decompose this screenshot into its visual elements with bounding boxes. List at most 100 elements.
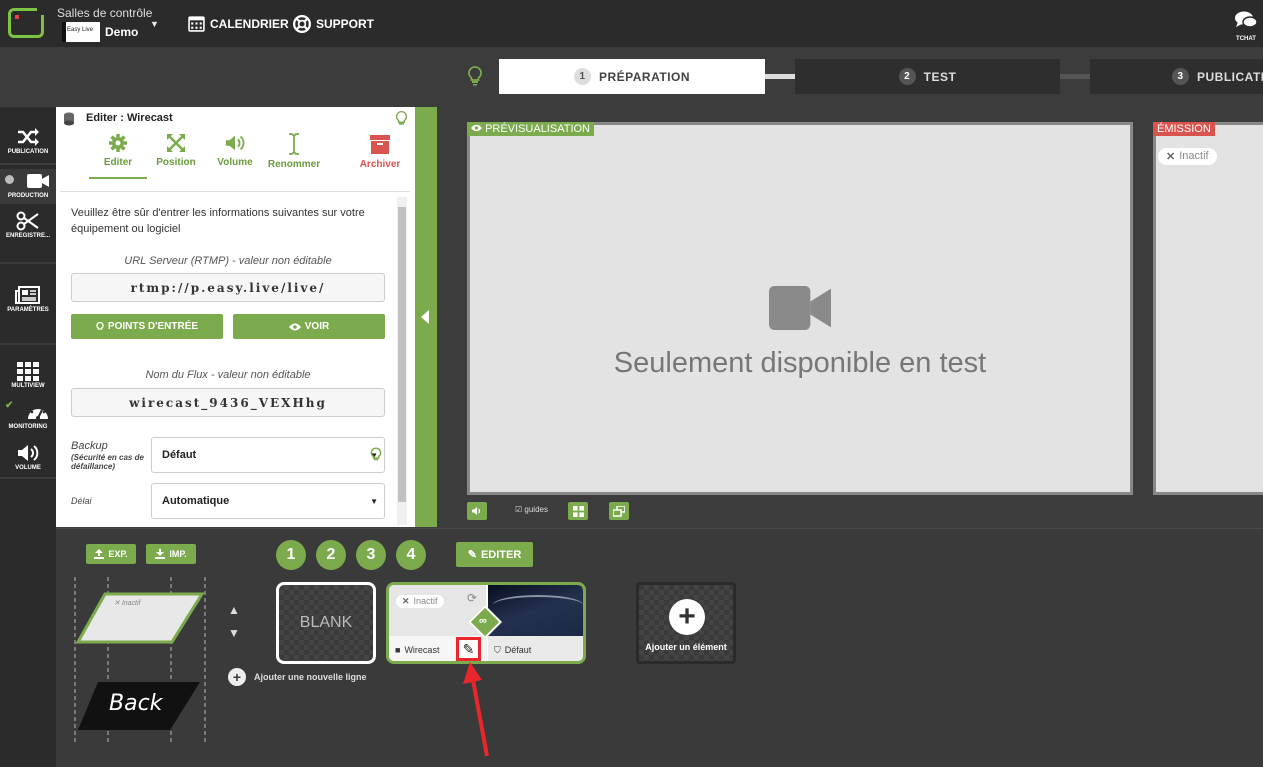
room-name[interactable]: Demo <box>105 25 138 39</box>
move-down-arrow-icon[interactable]: ▼ <box>228 626 240 640</box>
nav-support-label: SUPPORT <box>316 17 375 31</box>
tool-label: Editer <box>103 157 133 168</box>
sidebar-item-production[interactable]: PRODUCTION <box>0 169 56 204</box>
add-element-card[interactable]: + Ajouter un élément <box>636 582 736 664</box>
text-cursor-icon <box>289 133 299 155</box>
speaker-icon <box>225 135 245 151</box>
windows-layout-button[interactable] <box>568 502 588 520</box>
move-up-arrow-icon[interactable]: ▲ <box>228 603 240 617</box>
video-camera-icon <box>769 286 831 330</box>
tool-rename[interactable]: Renommer <box>264 133 324 170</box>
tchat-label: TCHAT <box>1236 36 1256 42</box>
editor-panel: Editer : Wirecast Editer Position Volume… <box>56 107 415 527</box>
dashboard-icon <box>28 406 48 420</box>
delay-label: Délai <box>71 496 92 506</box>
step-publication[interactable]: 3 PUBLICATION <box>1090 59 1263 94</box>
pencil-icon: ✎ <box>467 549 477 561</box>
add-line-button[interactable]: + Ajouter une nouvelle ligne <box>228 668 367 686</box>
scrollbar-thumb[interactable] <box>398 207 406 502</box>
speaker-icon <box>18 445 39 461</box>
backup-value: Défaut <box>162 449 197 461</box>
step-preparation[interactable]: 1 PRÉPARATION <box>499 59 765 94</box>
tool-archive[interactable]: Archiver <box>350 133 410 170</box>
server-url-field[interactable]: rtmp://p.easy.live/live/ <box>71 273 385 302</box>
import-button[interactable]: IMP. <box>146 544 196 564</box>
edit-scene-button[interactable]: ✎ EDITER <box>456 542 533 567</box>
room-label: Salles de contrôle <box>57 6 153 20</box>
button-label: EXP. <box>108 549 128 559</box>
tips-bulb-icon[interactable] <box>370 447 382 463</box>
backup-select[interactable]: Défaut ▼ <box>151 437 385 473</box>
sidebar-item-monitoring[interactable]: ✔ MONITORING <box>0 400 56 430</box>
lifebuoy-icon <box>293 15 311 33</box>
stream-name-field[interactable]: wirecast_9436_VEXHhg <box>71 388 385 417</box>
sidebar-divider <box>0 262 56 264</box>
tips-bulb-icon[interactable] <box>395 110 408 128</box>
scene-3-button[interactable]: 3 <box>356 540 386 570</box>
step-number: 1 <box>573 68 591 85</box>
tool-position[interactable]: Position <box>146 133 206 168</box>
mini-inactive-label: ✕ Inactif <box>114 599 141 607</box>
tool-label: Volume <box>217 157 253 168</box>
eye-icon <box>471 124 482 132</box>
source-status: ✕ Inactif <box>396 591 444 609</box>
pip-layout-button[interactable] <box>609 502 629 520</box>
scene-2-button[interactable]: 2 <box>316 540 346 570</box>
overlapping-windows-icon <box>613 505 625 517</box>
link-icon: ∞ <box>479 615 487 627</box>
nav-calendar[interactable]: CALENDRIER <box>188 15 289 32</box>
step-test[interactable]: 2 TEST <box>795 59 1060 94</box>
sidebar-item-multiview[interactable]: MULTIVIEW <box>0 361 56 389</box>
tips-bulb-icon[interactable] <box>467 66 483 86</box>
preview-tag-label: PRÉVISUALISATION <box>485 123 590 135</box>
edit-source-pencil-button[interactable]: ✎ <box>456 637 481 661</box>
guides-toggle[interactable]: ☑ guides <box>515 505 548 514</box>
tchat-button[interactable]: TCHAT <box>1233 10 1259 42</box>
profile-name: Défaut <box>504 645 532 655</box>
sidebar-item-publication[interactable]: PUBLICATION <box>0 127 56 155</box>
collapse-left-icon[interactable] <box>421 310 431 324</box>
nav-support[interactable]: SUPPORT <box>293 15 374 33</box>
tool-edit[interactable]: Editer <box>88 133 148 168</box>
archive-box-icon <box>370 135 390 154</box>
tool-label: Archiver <box>359 159 401 170</box>
sidebar-item-enregistrement[interactable]: ENREGISTRE... <box>0 211 56 239</box>
button-label: VOIR <box>304 321 330 332</box>
source-name: Wirecast <box>404 645 440 655</box>
room-dropdown-caret-icon[interactable]: ▼ <box>150 19 159 29</box>
active-tab-underline <box>89 177 147 179</box>
step-number: 3 <box>1172 68 1189 85</box>
left-sidebar: PUBLICATION PRODUCTION ENREGISTRE... PAR… <box>0 107 56 767</box>
backup-sublabel: (Sécurité en cas de défaillance) <box>71 453 144 471</box>
emission-screen[interactable] <box>1153 122 1263 495</box>
delay-select[interactable]: Automatique ▼ <box>151 483 385 519</box>
app-logo-icon[interactable] <box>8 7 45 38</box>
export-button[interactable]: EXP. <box>86 544 136 564</box>
scene-4-button[interactable]: 4 <box>396 540 426 570</box>
button-label: POINTS D'ENTRÉE <box>107 321 199 332</box>
close-icon: ✕ <box>1166 151 1176 163</box>
step-label: PRÉPARATION <box>598 69 691 84</box>
profile-name-bar: ⛉ Défaut <box>488 636 583 661</box>
sidebar-label: VOLUME <box>15 465 41 471</box>
status-dot <box>5 175 14 184</box>
view-button[interactable]: VOIR <box>233 314 385 339</box>
step-label: PUBLICATION <box>1197 69 1263 84</box>
newspaper-icon <box>15 286 40 304</box>
preview-volume-button[interactable] <box>467 502 487 520</box>
plus-circle-icon: + <box>669 599 705 635</box>
pencil-icon: ✎ <box>462 640 475 657</box>
tool-label: Renommer <box>267 159 321 170</box>
gear-icon <box>109 134 127 152</box>
blank-scene-card[interactable]: BLANK <box>276 582 376 664</box>
sidebar-divider <box>0 163 56 165</box>
profile-thumbnail <box>488 585 583 636</box>
sidebar-item-volume[interactable]: VOLUME <box>0 443 56 471</box>
tool-volume[interactable]: Volume <box>205 133 265 168</box>
company-logo: Easy Live <box>62 22 100 42</box>
sidebar-item-parametres[interactable]: PARAMÈTRES <box>0 285 56 313</box>
sidebar-label: ENREGISTRE... <box>5 233 50 239</box>
refresh-icon[interactable]: ⟳ <box>467 591 477 605</box>
scene-1-button[interactable]: 1 <box>276 540 306 570</box>
entry-points-button[interactable]: POINTS D'ENTRÉE <box>71 314 223 339</box>
